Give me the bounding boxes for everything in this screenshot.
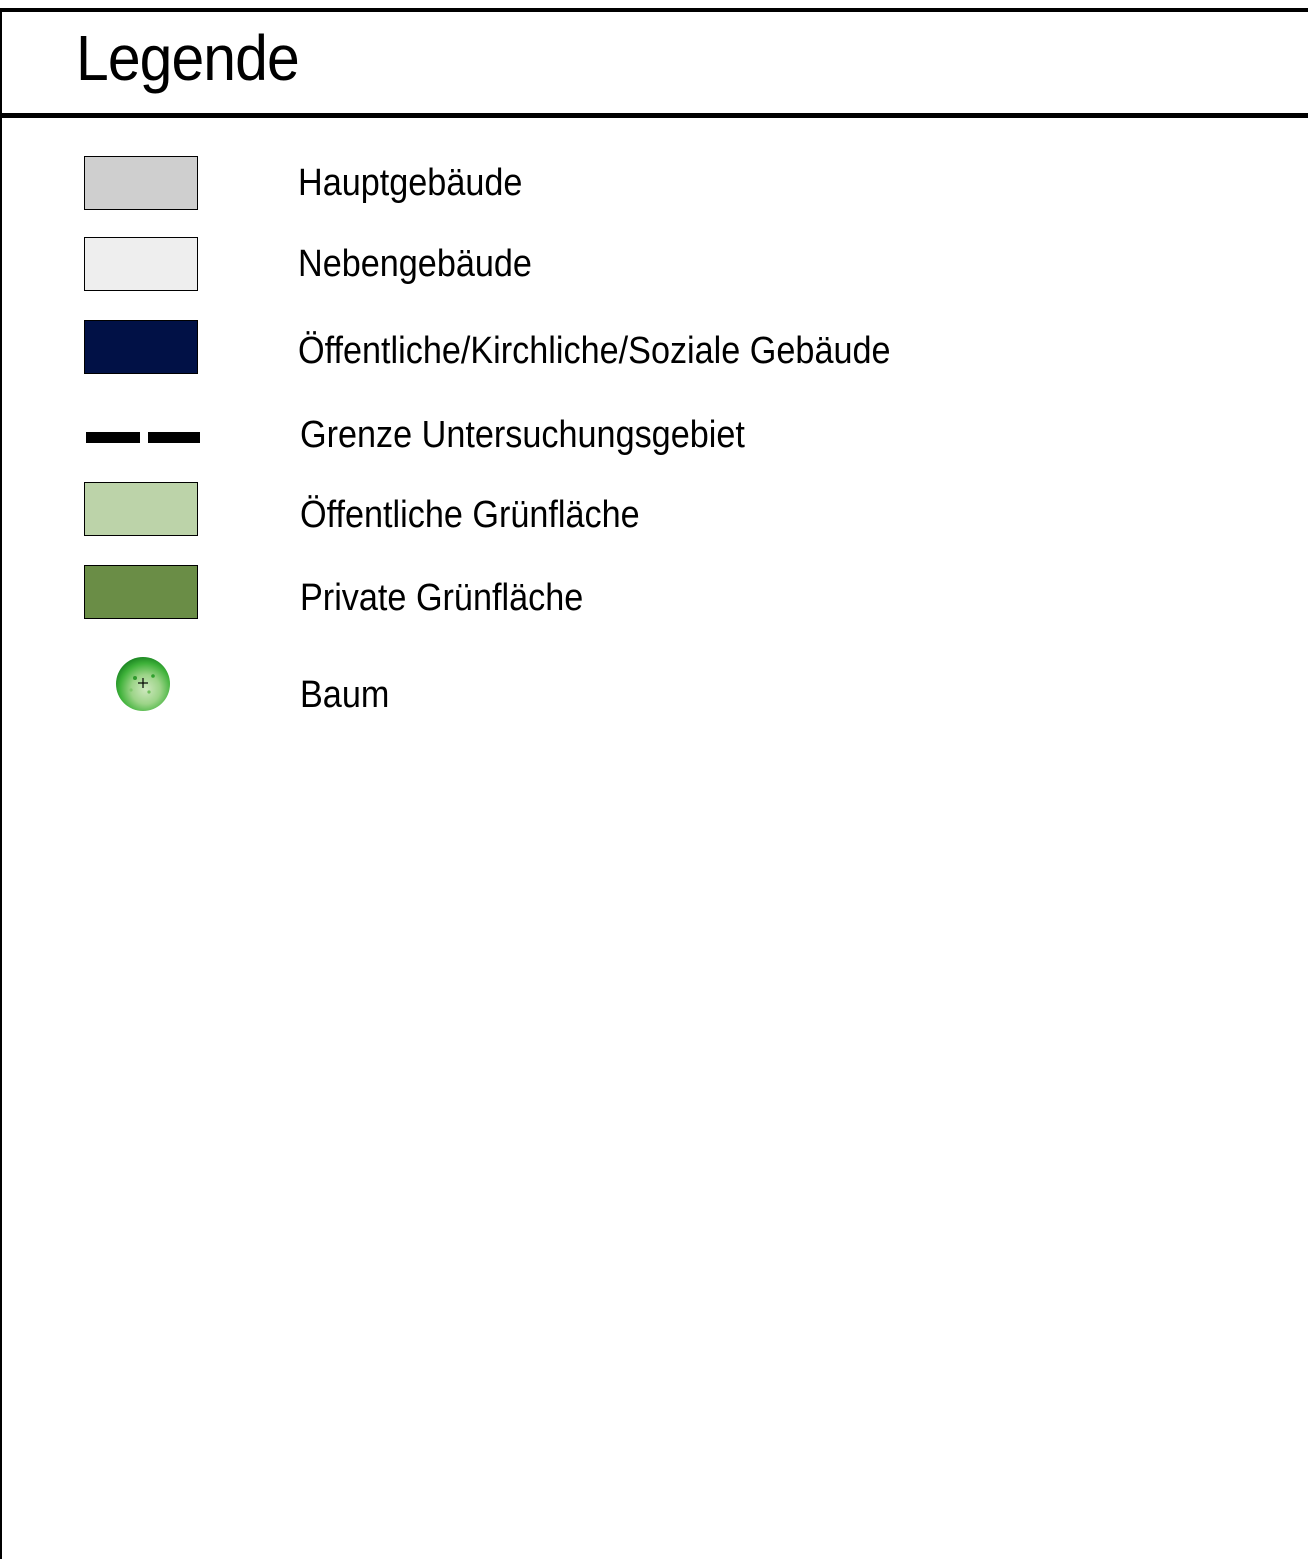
legend-item-private-gruenflaeche: Private Grünfläche [2, 565, 1308, 645]
tree-icon [116, 657, 170, 711]
private-gruenflaeche-swatch [84, 565, 198, 619]
legend-header: Legende [2, 12, 1308, 118]
legend-item-label: Private Grünfläche [300, 577, 584, 619]
legend-item-label: Nebengebäude [298, 243, 532, 285]
legend-item-oeffentliche-gebaeude: Öffentliche/Kirchliche/Soziale Gebäude [2, 316, 1308, 396]
legend-title: Legende [76, 22, 300, 94]
legend-panel: Legende Hauptgebäude Nebengebäude Öffent… [0, 8, 1308, 1559]
legend-item-oeffentliche-gruenflaeche: Öffentliche Grünfläche [2, 482, 1308, 562]
legend-item-hauptgebaeude: Hauptgebäude [2, 152, 1308, 232]
legend-item-grenze: Grenze Untersuchungsgebiet [2, 400, 1308, 480]
oeffentliche-gebaeude-swatch [84, 320, 198, 374]
legend-item-label: Hauptgebäude [298, 162, 523, 204]
legend-item-nebengebaeude: Nebengebäude [2, 233, 1308, 313]
boundary-dash-left [86, 432, 140, 443]
legend-item-label: Öffentliche/Kirchliche/Soziale Gebäude [298, 330, 891, 372]
legend-item-label: Baum [300, 674, 390, 716]
legend-item-label: Öffentliche Grünfläche [300, 494, 640, 536]
legend-item-baum: Baum [2, 652, 1308, 732]
legend-item-label: Grenze Untersuchungsgebiet [300, 414, 745, 456]
nebengebaeude-swatch [84, 237, 198, 291]
boundary-dash-right [148, 432, 200, 443]
hauptgebaeude-swatch [84, 156, 198, 210]
oeffentliche-gruenflaeche-swatch [84, 482, 198, 536]
